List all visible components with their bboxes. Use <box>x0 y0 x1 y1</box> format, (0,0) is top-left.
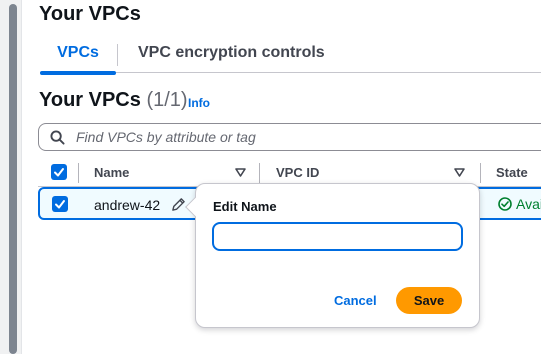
column-header-state[interactable]: State <box>496 165 528 180</box>
page-title: Your VPCs <box>39 3 141 25</box>
search-input[interactable] <box>76 127 536 147</box>
cancel-button[interactable]: Cancel <box>334 293 377 308</box>
edit-name-input[interactable] <box>212 222 463 251</box>
search-field[interactable] <box>38 123 541 151</box>
vpc-state-cell: Avai <box>498 196 541 212</box>
select-all-checkbox[interactable] <box>51 164 67 180</box>
sort-caret-down-icon[interactable] <box>454 168 465 177</box>
info-link[interactable]: Info <box>188 96 210 110</box>
row-checkbox[interactable] <box>52 196 68 212</box>
column-divider[interactable] <box>259 163 260 183</box>
vertical-scrollbar[interactable] <box>0 0 22 354</box>
save-button[interactable]: Save <box>396 287 462 314</box>
edit-pencil-icon[interactable] <box>171 197 186 212</box>
search-icon <box>50 130 65 145</box>
column-header-name[interactable]: Name <box>94 165 129 180</box>
checkmark-icon <box>55 200 65 209</box>
state-label: Avai <box>516 196 541 212</box>
column-divider[interactable] <box>480 163 481 183</box>
column-header-vpc-id[interactable]: VPC ID <box>276 165 319 180</box>
tab-vpcs[interactable]: VPCs <box>40 44 116 75</box>
selection-count: (1/1) <box>146 89 188 111</box>
section-title: Your VPCs (1/1) <box>39 89 188 112</box>
vpc-name-cell: andrew-42 <box>94 197 161 213</box>
edit-name-label: Edit Name <box>213 199 277 214</box>
tab-vpc-encryption-controls[interactable]: VPC encryption controls <box>138 44 325 62</box>
section-title-text: Your VPCs <box>39 89 141 111</box>
edit-name-popover: Edit Name Cancel Save <box>185 183 480 328</box>
sort-caret-down-icon[interactable] <box>235 168 246 177</box>
scrollbar-thumb[interactable] <box>9 4 17 354</box>
tab-list: VPCs VPC encryption controls <box>40 40 541 75</box>
tab-divider <box>117 44 118 66</box>
column-divider <box>78 163 79 183</box>
status-success-icon <box>498 197 512 211</box>
checkmark-icon <box>54 168 64 177</box>
